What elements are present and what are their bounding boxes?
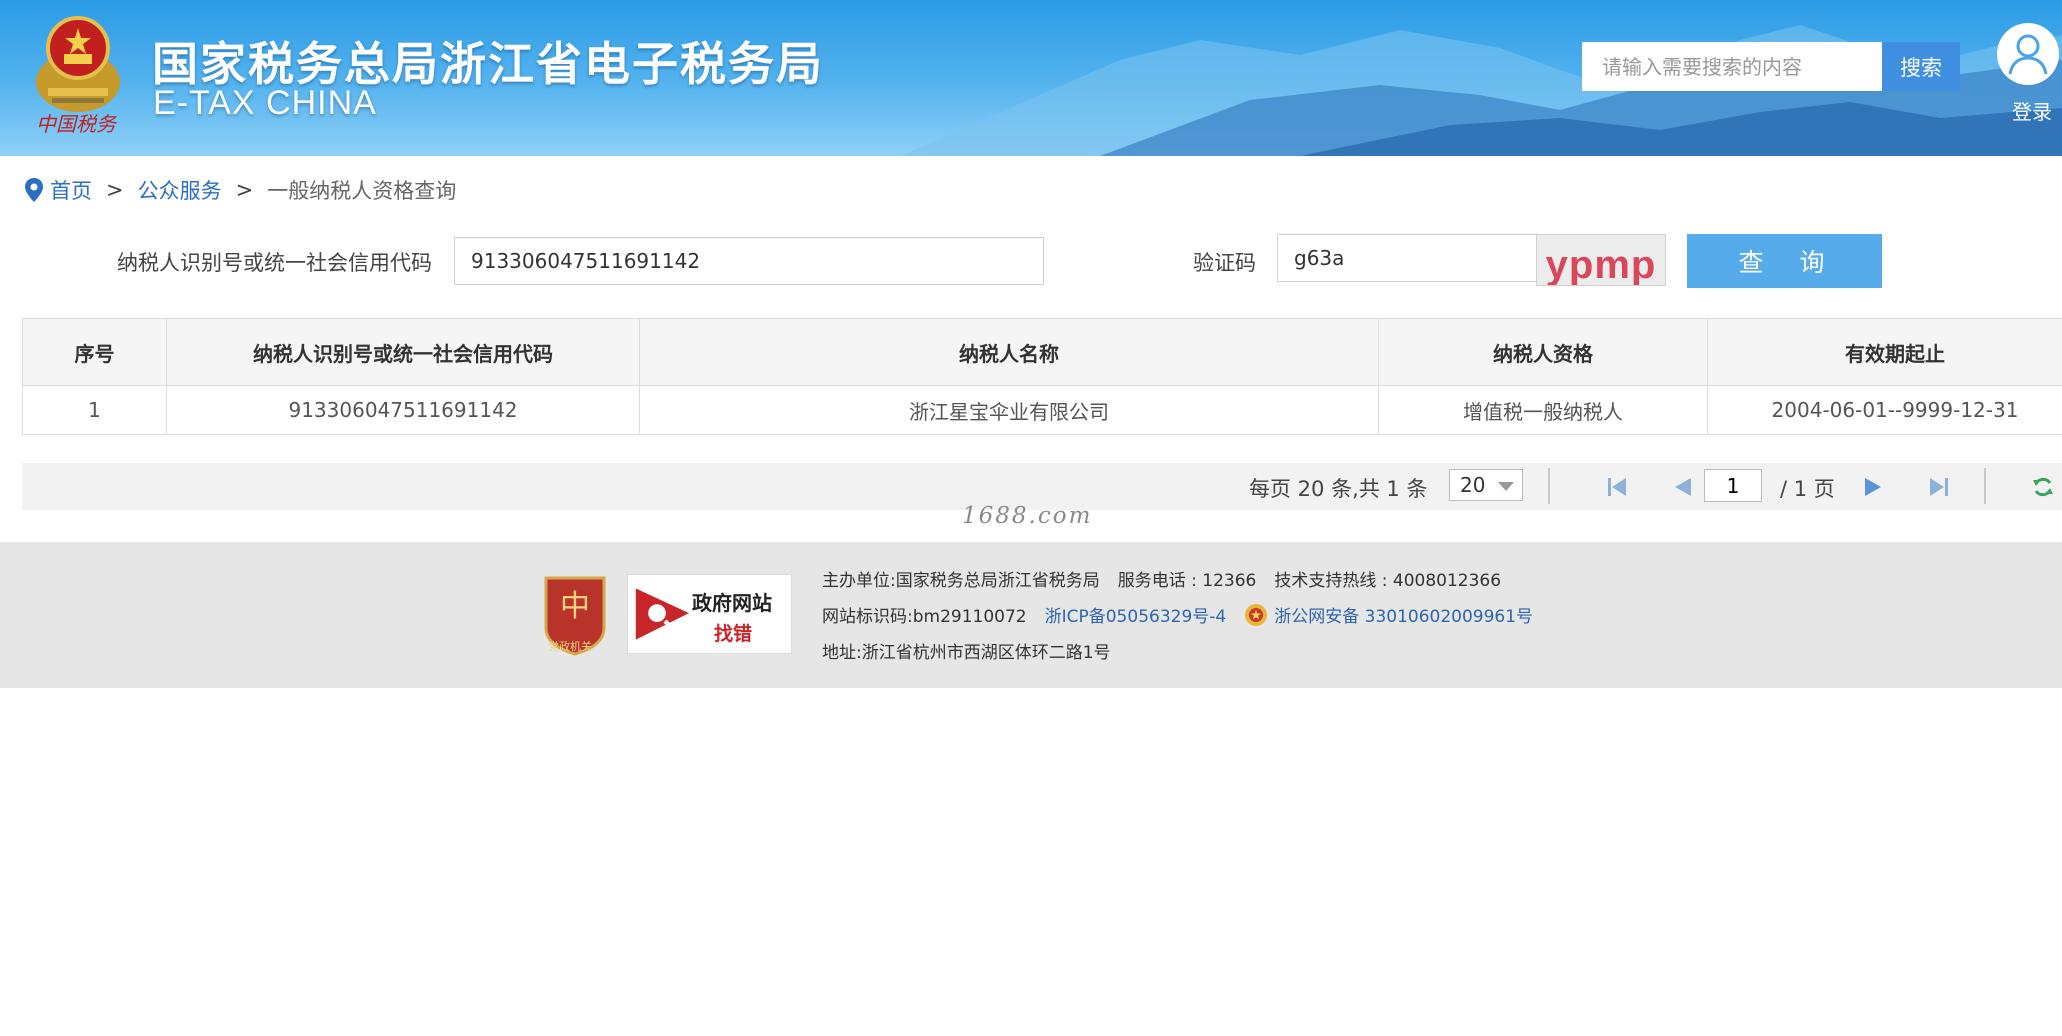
chevron-down-icon <box>1498 482 1514 491</box>
last-page-icon[interactable] <box>1926 474 1952 500</box>
previous-page-icon[interactable] <box>1670 474 1696 500</box>
captcha-label: 验证码 <box>1193 251 1256 275</box>
svg-text:中: 中 <box>560 589 590 624</box>
footer-line-sponsor: 主办单位: 国家税务总局浙江省税务局 服务电话 : 12366 技术支持热线 :… <box>822 566 1501 591</box>
taxpayer-id-input[interactable] <box>454 237 1044 285</box>
magnifier-icon <box>635 588 689 640</box>
gov-website-error-report[interactable]: 政府网站 找错 <box>627 574 792 654</box>
breadcrumb-separator: > <box>106 178 124 202</box>
police-badge-icon <box>1245 603 1268 626</box>
site-header: 中国税务 国家税务总局浙江省电子税务局 E-TAX CHINA 搜索 登录 <box>0 0 2062 156</box>
site-subtitle: E-TAX CHINA <box>153 84 377 122</box>
site-id: 网站标识码:bm29110072 <box>822 607 1027 627</box>
address: 地址:浙江省杭州市西湖区体环二路1号 <box>822 643 1111 663</box>
breadcrumb-public-services[interactable]: 公众服务 <box>138 175 222 205</box>
site-search-button[interactable]: 搜索 <box>1882 42 1960 91</box>
footer-line-registration: 网站标识码:bm29110072 浙ICP备05056329号-4 浙公网安备 … <box>822 602 1533 627</box>
results-table: 序号 纳税人识别号或统一社会信用代码 纳税人名称 纳税人资格 有效期起止 1 9… <box>22 318 2062 435</box>
column-header-index: 序号 <box>22 318 167 386</box>
first-page-icon[interactable] <box>1604 474 1630 500</box>
pager-divider <box>1548 468 1550 504</box>
breadcrumb: 首页 > 公众服务 > 一般纳税人资格查询 <box>24 175 456 205</box>
column-header-validity-period: 有效期起止 <box>1707 318 2062 386</box>
page-size-value: 20 <box>1460 473 1486 497</box>
cell-qualification: 增值税一般纳税人 <box>1378 385 1708 435</box>
table-row: 1 913306047511691142 浙江星宝伞业有限公司 增值税一般纳税人… <box>22 385 2062 435</box>
total-pages: / 1 页 <box>1780 477 1835 501</box>
column-header-taxpayer-id: 纳税人识别号或统一社会信用代码 <box>166 318 640 386</box>
breadcrumb-separator: > <box>235 178 254 202</box>
login-link[interactable]: 登录 <box>2012 96 2052 125</box>
refresh-icon[interactable] <box>2030 474 2056 500</box>
table-header-row: 序号 纳税人识别号或统一社会信用代码 纳税人名称 纳税人资格 有效期起止 <box>22 318 2062 386</box>
pager-divider <box>1984 468 1986 504</box>
gov-badge-title: 政府网站 <box>692 591 772 615</box>
user-avatar-icon[interactable] <box>1996 22 2060 86</box>
sponsor-value: 国家税务总局浙江省税务局 <box>895 571 1100 591</box>
breadcrumb-home[interactable]: 首页 <box>50 175 92 205</box>
pagination-summary: 每页 20 条,共 1 条 <box>1249 477 1428 501</box>
column-header-taxpayer-name: 纳税人名称 <box>639 318 1379 386</box>
emblem-caption: 中国税务 <box>36 112 116 136</box>
page-size-select[interactable]: 20 <box>1449 469 1523 501</box>
query-button[interactable]: 查 询 <box>1687 234 1882 288</box>
cell-taxpayer-id: 913306047511691142 <box>166 385 640 435</box>
site-footer: 中 党政机关 政府网站 找错 主办单位: 国家税务总局浙江省税务局 服务电话 :… <box>0 542 2062 688</box>
police-record-link[interactable]: 浙公网安备 33010602009961号 <box>1274 602 1533 627</box>
gov-badge-action: 找错 <box>714 623 753 645</box>
breadcrumb-current: 一般纳税人资格查询 <box>267 179 457 203</box>
icp-record-link[interactable]: 浙ICP备05056329号-4 <box>1045 602 1227 627</box>
cell-index: 1 <box>22 385 167 435</box>
support-hotline: 技术支持热线 : 4008012366 <box>1274 571 1502 591</box>
current-page-input[interactable] <box>1704 469 1762 502</box>
cell-taxpayer-name: 浙江星宝伞业有限公司 <box>639 385 1379 435</box>
party-badge-text: 党政机关 <box>548 640 592 653</box>
location-pin-icon <box>25 178 43 202</box>
watermark-text: 1688.com <box>962 503 1093 529</box>
service-phone: 服务电话 : 12366 <box>1117 571 1257 591</box>
column-header-qualification: 纳税人资格 <box>1378 318 1708 386</box>
cell-validity-period: 2004-06-01--9999-12-31 <box>1707 385 2062 435</box>
captcha-image[interactable]: ypmp <box>1536 234 1666 286</box>
captcha-input[interactable] <box>1277 234 1537 282</box>
footer-line-address: 地址:浙江省杭州市西湖区体环二路1号 <box>822 638 1111 663</box>
taxpayer-id-label: 纳税人识别号或统一社会信用代码 <box>117 251 432 275</box>
next-page-icon[interactable] <box>1860 474 1886 500</box>
site-search-input[interactable] <box>1582 42 1882 91</box>
sponsor-label: 主办单位: <box>822 571 896 591</box>
